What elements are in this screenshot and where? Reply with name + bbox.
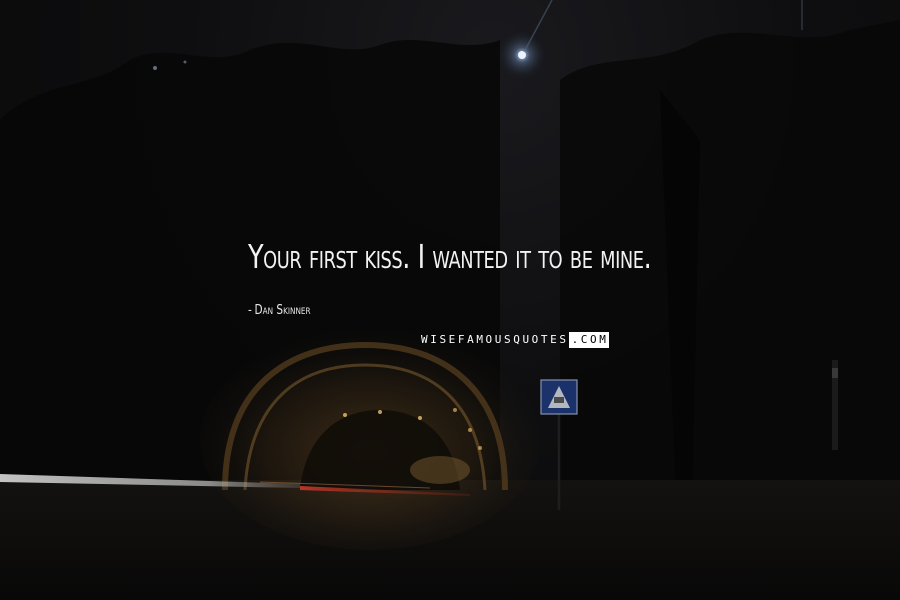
background-photo	[0, 0, 900, 600]
quote-author: - Dan Skinner	[248, 303, 311, 318]
author-name: Dan Skinner	[254, 303, 311, 318]
site-watermark: WISEFAMOUSQUOTES .COM	[420, 332, 620, 348]
author-dash: -	[248, 303, 252, 318]
quote-text: Your first kiss. I wanted it to be mine.	[248, 237, 652, 276]
quote-image: Your first kiss. I wanted it to be mine.…	[0, 0, 900, 600]
watermark-name: WISEFAMOUSQUOTES	[421, 333, 569, 346]
roadside-post	[832, 360, 838, 450]
watermark-domain: .COM	[568, 332, 610, 348]
